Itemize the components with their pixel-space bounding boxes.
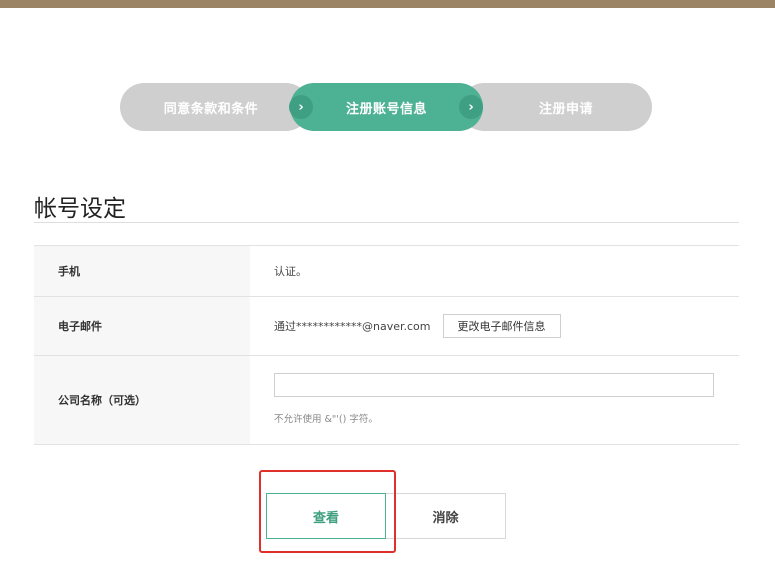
chevron-right-icon: › [459,95,483,119]
top-bar [0,0,775,8]
cancel-button[interactable]: 消除 [386,493,506,539]
step-label: 注册账号信息 [345,101,427,117]
progress-steps: 同意条款和条件 注册申请 注册账号信息 › › [120,83,652,131]
change-email-button[interactable]: 更改电子邮件信息 [442,314,561,338]
form-row-phone: 手机 认证。 [34,246,739,297]
chevron-right-icon: › [289,95,313,119]
phone-label: 手机 [34,246,250,296]
step-agree-terms: 同意条款和条件 [120,83,310,131]
step-registration-application: 注册申请 [460,83,652,131]
step-label: 同意条款和条件 [163,101,259,117]
confirm-button[interactable]: 查看 [266,493,386,539]
email-label: 电子邮件 [34,297,250,355]
step-label: 注册申请 [538,101,593,117]
company-hint: 不允许使用 &"'() 字符。 [274,414,378,425]
account-settings-form: 手机 认证。 电子邮件 通过************@naver.com 更改电… [34,245,739,445]
form-row-company: 公司名称（可选） 不允许使用 &"'() 字符。 [34,356,739,445]
form-row-email: 电子邮件 通过************@naver.com 更改电子邮件信息 [34,297,739,356]
divider [34,222,739,223]
step-register-account-info: 注册账号信息 [290,83,483,131]
company-name-input[interactable] [274,373,714,397]
phone-value: 认证。 [274,265,307,278]
company-label: 公司名称（可选） [34,356,250,444]
email-value: 通过************@naver.com [274,320,431,333]
section-title: 帐号设定 [34,196,126,222]
